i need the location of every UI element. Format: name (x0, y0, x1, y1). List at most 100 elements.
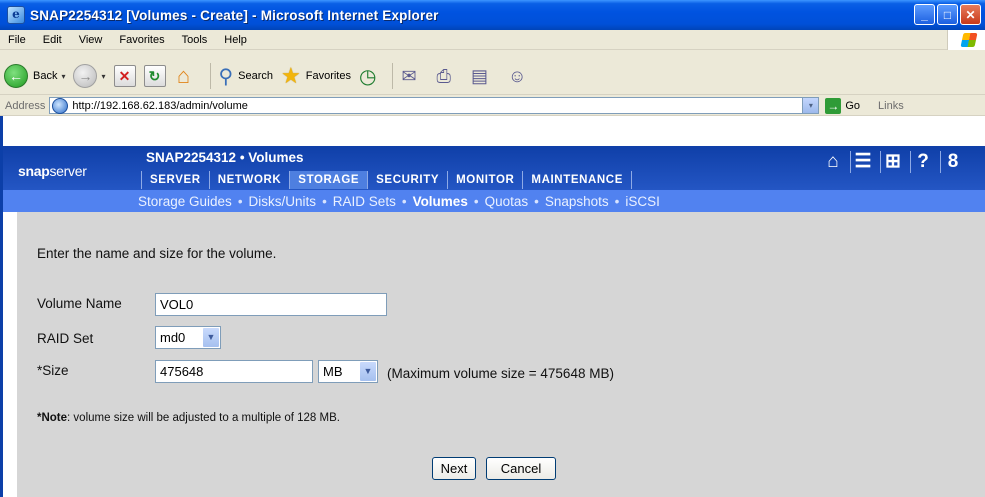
size-unit-select[interactable]: MB ▼ (318, 360, 378, 383)
stop-button[interactable]: ✕ (113, 65, 136, 87)
menu-help[interactable]: Help (216, 34, 256, 46)
size-label: *Size (37, 363, 69, 378)
browser-page: snapserver SNAP2254312 • Volumes SERVER … (0, 116, 985, 497)
go-label: Go (845, 99, 861, 112)
menu-view[interactable]: View (71, 34, 112, 46)
subnav-iscsi[interactable]: iSCSI (625, 194, 660, 209)
volume-name-input[interactable]: VOL0 (155, 293, 387, 316)
history-button[interactable]: ◷ (359, 64, 376, 89)
window-title-bar: e SNAP2254312 [Volumes - Create] - Micro… (0, 0, 985, 30)
home-icon[interactable]: ⌂ (821, 151, 845, 173)
chevron-down-icon: ▼ (203, 328, 219, 347)
back-button[interactable]: ← Back ▾ (0, 64, 65, 88)
subnav-raid-sets[interactable]: RAID Sets (333, 194, 396, 209)
window-title: SNAP2254312 [Volumes - Create] - Microso… (30, 7, 439, 23)
server-icon[interactable]: ☰ (850, 151, 875, 173)
raid-set-value: md0 (160, 330, 186, 345)
logout-icon[interactable]: 8 (940, 151, 965, 173)
mail-icon: ✉ (401, 65, 417, 86)
close-button[interactable]: ✕ (960, 4, 981, 25)
size-input[interactable]: 475648 (155, 360, 313, 383)
tab-server[interactable]: SERVER (141, 171, 209, 189)
forward-dropdown-icon[interactable]: ▾ (101, 72, 105, 81)
back-label: Back (33, 70, 58, 82)
subnav-snapshots[interactable]: Snapshots (545, 194, 609, 209)
subnav-disks-units[interactable]: Disks/Units (249, 194, 317, 209)
size-unit-value: MB (323, 364, 343, 379)
form-instructions: Enter the name and size for the volume. (37, 246, 277, 261)
subnav-separator: • (614, 193, 620, 209)
tab-network[interactable]: NETWORK (208, 171, 290, 189)
stop-icon: ✕ (113, 65, 136, 87)
maximize-button[interactable]: □ (937, 4, 958, 25)
favorites-button[interactable]: ★ Favorites (281, 63, 351, 89)
address-url[interactable]: http://192.168.62.183/admin/volume (72, 100, 248, 112)
tab-monitor[interactable]: MONITOR (447, 171, 522, 189)
links-button[interactable]: Links (878, 100, 904, 112)
home-button[interactable]: ⌂ (174, 63, 194, 88)
volume-create-form: Enter the name and size for the volume. … (17, 212, 985, 497)
subnav-separator: • (534, 193, 539, 209)
toolbar-buttons: ← Back ▾ → ▾ ✕ ↻ ⌂ ⚲ Search ★ Favorites … (0, 58, 546, 94)
subnav-links: Storage Guides • Disks/Units • RAID Sets… (138, 194, 660, 209)
favorites-star-icon: ★ (281, 63, 301, 88)
tab-security[interactable]: SECURITY (367, 171, 447, 189)
window-controls: _ □ ✕ (914, 4, 981, 25)
refresh-button[interactable]: ↻ (143, 65, 166, 87)
home-icon: ⌂ (176, 63, 191, 88)
address-bar: Address http://192.168.62.183/admin/volu… (0, 94, 985, 116)
subnav-separator: • (322, 193, 327, 209)
menu-edit[interactable]: Edit (35, 34, 71, 46)
toolbar: ← Back ▾ → ▾ ✕ ↻ ⌂ ⚲ Search ★ Favorites … (0, 50, 985, 116)
tab-storage[interactable]: STORAGE (289, 171, 368, 189)
raid-set-label: RAID Set (37, 331, 94, 346)
windows-logo (947, 30, 985, 50)
raid-set-select[interactable]: md0 ▼ (155, 326, 221, 349)
back-dropdown-icon[interactable]: ▾ (61, 72, 65, 81)
help-icon[interactable]: ? (910, 151, 935, 173)
search-label: Search (238, 70, 274, 82)
menu-tools[interactable]: Tools (174, 34, 217, 46)
menu-bar: File Edit View Favorites Tools Help (0, 30, 985, 50)
refresh-icon: ↻ (143, 65, 166, 87)
snapserver-logo[interactable]: snapserver (18, 163, 87, 179)
main-nav-tabs: SERVER NETWORK STORAGE SECURITY MONITOR … (141, 171, 632, 189)
subnav-separator: • (237, 193, 243, 209)
network-icon[interactable]: ⊞ (880, 151, 905, 173)
windows-flag-icon (960, 33, 978, 47)
toolbar-separator (392, 63, 394, 89)
forward-arrow-icon: → (73, 64, 98, 88)
print-icon: ⎙ (436, 65, 451, 86)
history-icon: ◷ (359, 65, 377, 88)
server-title: SNAP2254312 • Volumes (146, 150, 304, 165)
go-arrow-icon: → (825, 97, 842, 114)
minimize-button[interactable]: _ (914, 4, 935, 25)
print-button[interactable]: ⎙ (437, 66, 463, 87)
edit-button[interactable]: ▤ (471, 66, 500, 87)
mail-button[interactable]: ✉ (401, 66, 428, 87)
address-dropdown-icon[interactable]: ▾ (802, 98, 819, 113)
volume-name-label: Volume Name (37, 296, 122, 311)
sub-navigation: Storage Guides • Disks/Units • RAID Sets… (3, 190, 985, 212)
go-button[interactable]: → Go (825, 97, 861, 114)
note-text: : volume size will be adjusted to a mult… (67, 412, 340, 424)
tab-maintenance[interactable]: MAINTENANCE (522, 171, 632, 189)
back-arrow-icon: ← (4, 64, 28, 88)
subnav-quotas[interactable]: Quotas (485, 194, 529, 209)
search-button[interactable]: ⚲ Search (219, 64, 274, 89)
chevron-down-icon: ▼ (360, 362, 376, 381)
messenger-button[interactable]: ☺ (508, 66, 538, 87)
cancel-button[interactable]: Cancel (486, 457, 556, 480)
subnav-separator: • (401, 193, 407, 209)
edit-page-icon: ▤ (470, 65, 488, 86)
menu-favorites[interactable]: Favorites (111, 34, 173, 46)
subnav-volumes[interactable]: Volumes (413, 194, 468, 209)
subnav-storage-guides[interactable]: Storage Guides (138, 194, 232, 209)
search-icon: ⚲ (218, 65, 234, 88)
forward-button[interactable]: → ▾ (73, 64, 106, 88)
next-button[interactable]: Next (432, 457, 476, 480)
menu-file[interactable]: File (0, 34, 35, 46)
address-input[interactable]: http://192.168.62.183/admin/volume ▾ (49, 97, 820, 114)
size-note: *Note: volume size will be adjusted to a… (37, 412, 340, 424)
address-label: Address (5, 99, 46, 112)
